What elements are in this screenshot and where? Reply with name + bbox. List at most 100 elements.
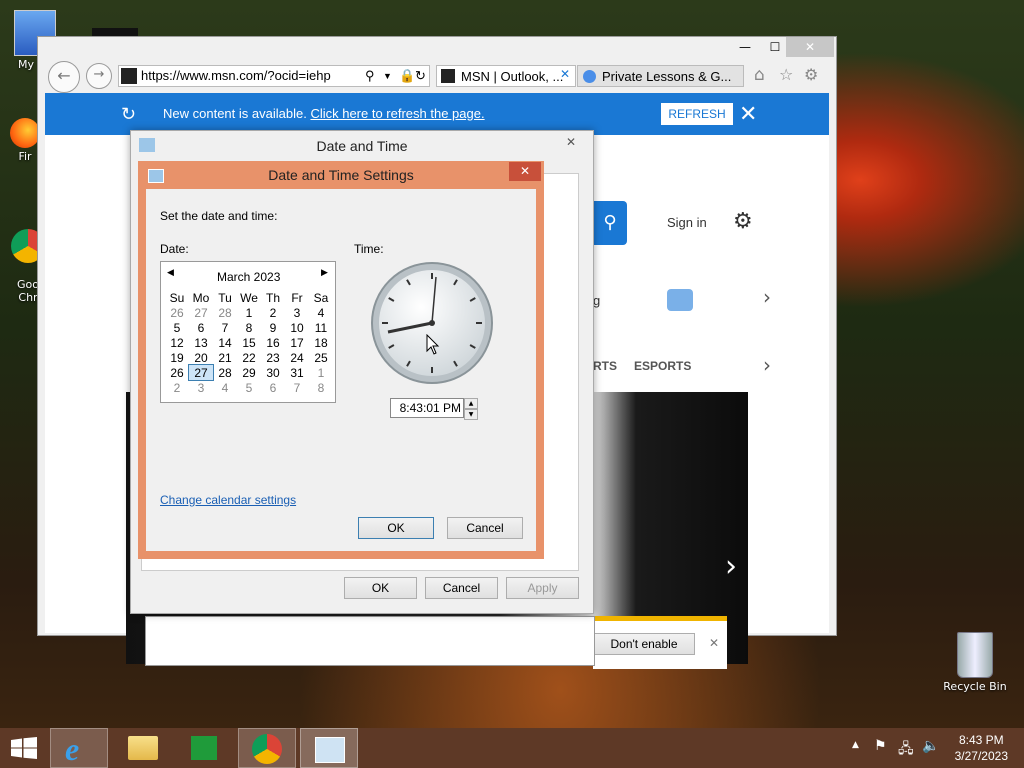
search-button[interactable]: ⚲ (593, 201, 627, 245)
weekday: Su (169, 290, 185, 305)
calendar-day[interactable]: 22 (237, 350, 261, 365)
calendar-day[interactable]: 4 (213, 380, 237, 395)
minimize-button[interactable]: — (728, 37, 762, 57)
calendar-day[interactable]: 5 (165, 320, 189, 335)
ok-button[interactable]: OK (358, 517, 434, 539)
msn-settings-gear-icon[interactable]: ⚙ (733, 209, 753, 234)
calendar-day[interactable]: 16 (261, 335, 285, 350)
chevron-right-icon[interactable]: › (763, 285, 771, 309)
chevron-right-icon[interactable]: › (725, 549, 737, 584)
calendar-day[interactable]: 3 (189, 380, 213, 395)
favorites-star-icon[interactable]: ☆ (779, 65, 793, 84)
home-icon[interactable]: ⌂ (754, 65, 765, 85)
calendar-day[interactable]: 14 (213, 335, 237, 350)
calendar-day[interactable]: 13 (189, 335, 213, 350)
address-bar[interactable]: https://www.msn.com/?ocid=iehp ⚲ ▼ 🔒 ↻ (118, 65, 430, 87)
close-button[interactable]: ✕ (557, 133, 585, 151)
calendar-day[interactable]: 20 (189, 350, 213, 365)
calendar-day[interactable]: 23 (261, 350, 285, 365)
chevron-right-icon[interactable]: › (763, 353, 771, 377)
prev-month-icon[interactable]: ◀ (167, 268, 174, 278)
month-title[interactable]: March 2023 (217, 270, 280, 284)
calendar-day[interactable]: 7 (213, 320, 237, 335)
next-month-icon[interactable]: ▶ (321, 268, 328, 278)
settings-gear-icon[interactable]: ⚙ (804, 65, 818, 84)
volume-muted-icon[interactable]: 🔈 (922, 738, 939, 754)
close-button[interactable]: ✕ (786, 37, 834, 57)
search-icon[interactable]: ⚲ (365, 66, 375, 86)
calendar-day[interactable]: 24 (285, 350, 309, 365)
calendar-day[interactable]: 10 (285, 320, 309, 335)
refresh-icon[interactable]: ↻ (415, 66, 426, 86)
calendar-day[interactable]: 6 (189, 320, 213, 335)
calendar-day[interactable]: 5 (237, 380, 261, 395)
spin-up-icon[interactable]: ▲ (464, 398, 478, 409)
calendar-day[interactable]: 11 (309, 320, 333, 335)
calendar-day[interactable]: 26 (165, 365, 189, 380)
calendar-day[interactable]: 26 (165, 305, 189, 320)
close-notice-icon[interactable]: ✕ (739, 93, 757, 135)
taskbar-ie[interactable]: e (50, 728, 108, 768)
calendar-day[interactable]: 27 (189, 305, 213, 320)
time-input[interactable]: 8:43:01 PM (390, 398, 464, 418)
tab-private-lessons[interactable]: Private Lessons & G... (577, 65, 744, 87)
calendar-day[interactable]: 9 (261, 320, 285, 335)
calendar-day-selected[interactable]: 27 (188, 364, 214, 381)
taskbar-file-explorer[interactable] (114, 728, 172, 768)
tab-close-icon[interactable]: ✕ (560, 67, 570, 81)
calendar-day[interactable]: 2 (261, 305, 285, 320)
dont-enable-button[interactable]: Don't enable (593, 633, 695, 655)
refresh-link[interactable]: Click here to refresh the page. (310, 106, 484, 121)
taskbar-date-time[interactable] (300, 728, 358, 768)
calendar-day[interactable]: 17 (285, 335, 309, 350)
desktop-icon-recycle-bin[interactable]: Recycle Bin (940, 632, 1010, 693)
signin-link[interactable]: Sign in (667, 215, 707, 230)
calendar-day[interactable]: 15 (237, 335, 261, 350)
nav-rts[interactable]: RTS (593, 359, 617, 373)
calendar-day[interactable]: 2 (165, 380, 189, 395)
calendar-day[interactable]: 12 (165, 335, 189, 350)
calendar-day[interactable]: 7 (285, 380, 309, 395)
time-spinner[interactable]: ▲ ▼ (464, 398, 478, 420)
ok-button[interactable]: OK (344, 577, 417, 599)
taskbar-store[interactable] (176, 728, 234, 768)
calendar-day[interactable]: 8 (309, 380, 333, 395)
start-button[interactable] (0, 728, 48, 768)
calendar-day[interactable]: 18 (309, 335, 333, 350)
calendar-day[interactable]: 1 (237, 305, 261, 320)
cancel-button[interactable]: Cancel (447, 517, 523, 539)
tray-clock[interactable]: 8:43 PM 3/27/2023 (955, 732, 1008, 764)
action-center-flag-icon[interactable]: ⚑ (874, 738, 887, 754)
nav-esports[interactable]: ESPORTS (634, 359, 691, 373)
calendar-day[interactable]: 31 (285, 365, 309, 380)
taskbar-chrome[interactable] (238, 728, 296, 768)
tab-msn[interactable]: MSN | Outlook, ... (436, 65, 576, 87)
show-hidden-icons-icon[interactable]: ▲ (852, 740, 859, 750)
calendar-day[interactable]: 19 (165, 350, 189, 365)
refresh-notice-icon: ↻ (121, 104, 137, 124)
calendar-day[interactable]: 8 (237, 320, 261, 335)
site-favicon-icon (583, 70, 596, 83)
change-calendar-settings-link[interactable]: Change calendar settings (160, 493, 296, 507)
close-button[interactable]: ✕ (509, 162, 541, 181)
calendar-day[interactable]: 25 (309, 350, 333, 365)
spin-down-icon[interactable]: ▼ (464, 409, 478, 420)
close-prompt-icon[interactable]: ✕ (709, 636, 719, 650)
network-icon[interactable]: 🖧 (898, 738, 914, 762)
calendar-day[interactable]: 4 (309, 305, 333, 320)
dropdown-icon[interactable]: ▼ (383, 66, 392, 86)
calendar-day[interactable]: 1 (309, 365, 333, 380)
calendar-day[interactable]: 6 (261, 380, 285, 395)
calendar-day[interactable]: 28 (213, 305, 237, 320)
cancel-button[interactable]: Cancel (425, 577, 498, 599)
forward-button[interactable]: → (86, 63, 112, 89)
back-button[interactable]: ← (48, 61, 80, 93)
calendar-day[interactable]: 28 (213, 365, 237, 380)
calendar-day[interactable]: 21 (213, 350, 237, 365)
apply-button[interactable]: Apply (506, 577, 579, 599)
refresh-button[interactable]: REFRESH (661, 103, 733, 125)
calendar-day[interactable]: 29 (237, 365, 261, 380)
calendar-day[interactable]: 3 (285, 305, 309, 320)
window-thumbnail (92, 28, 138, 36)
calendar-day[interactable]: 30 (261, 365, 285, 380)
